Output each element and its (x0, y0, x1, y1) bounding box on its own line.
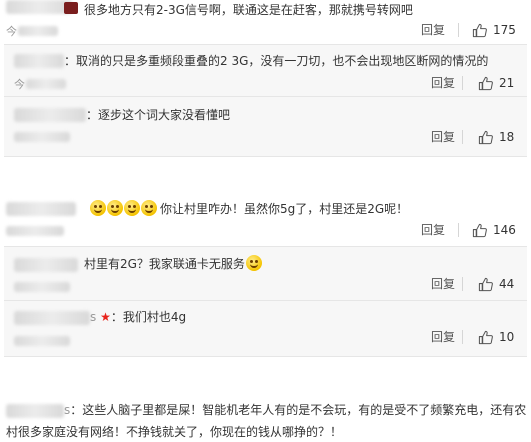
reply-top-border (4, 246, 527, 247)
comment-text-line-2: 村很多家庭没有网络！不挣钱就关了，你现在的钱从哪挣的？！ (6, 425, 343, 439)
blurred-username (14, 311, 90, 325)
like-button[interactable]: 10 (478, 328, 514, 346)
divider (462, 76, 463, 90)
blurred-username (6, 0, 72, 14)
username-tail: s (90, 310, 97, 324)
like-count: 10 (499, 330, 515, 344)
blurred-time (6, 226, 64, 236)
reply-divider (4, 300, 527, 301)
comment-text: 你让村里咋办！虽然你5g了，村里还是2G呢！ (160, 202, 409, 216)
divider (462, 277, 463, 291)
reply-bottom-border (4, 156, 527, 157)
reply-top-border (4, 44, 527, 45)
reply-text: ：逐步这个词大家没看懂吧 (86, 108, 231, 122)
reply-button[interactable]: 回复 (431, 128, 455, 146)
like-button[interactable]: 21 (478, 74, 514, 92)
reply-text: 村里有2G？我家联通卡无服务 (84, 255, 263, 273)
divider (458, 23, 459, 37)
like-count: 146 (493, 223, 516, 237)
blurred-time (14, 132, 70, 142)
thumbs-up-icon (478, 76, 493, 90)
laughing-emoji-icon (124, 200, 140, 216)
laughing-emoji-icon (90, 200, 106, 216)
laughing-emoji-icon (107, 200, 123, 216)
reply-button[interactable]: 回复 (421, 21, 445, 39)
comment-time: 今 (6, 25, 17, 38)
thumbs-up-icon (472, 223, 487, 237)
reply-time: 今 (14, 78, 25, 91)
reply-bottom-border (4, 356, 527, 357)
laughing-emoji-icon (245, 255, 262, 271)
comment-text: 很多地方只有2-3G信号啊，联通这是在赶客，那就携号转网吧 (84, 3, 413, 17)
reply-button[interactable]: 回复 (431, 275, 455, 293)
red-star-icon: ★ (100, 310, 111, 324)
blurred-time (18, 26, 58, 36)
reply-text-content: 村里有2G？我家联通卡无服务 (84, 257, 245, 271)
reply-button[interactable]: 回复 (421, 221, 445, 239)
thumbs-up-icon (478, 277, 493, 291)
reply-text: s ★：我们村也4g (90, 308, 186, 326)
like-count: 175 (493, 23, 516, 37)
blurred-time (14, 336, 70, 346)
reply-text: ：取消的只是多重频段重叠的2 3G，没有一刀切，也不会出现地区断网的情况的 (64, 54, 489, 68)
like-button[interactable]: 18 (478, 128, 514, 146)
blurred-username (6, 404, 64, 418)
divider (462, 330, 463, 344)
comment-text: ：这些人脑子里都是屎！智能机老年人有的是不会玩，有的是受不了频繁充电，还有农 (70, 403, 527, 417)
reply-divider (4, 96, 527, 97)
reply-button[interactable]: 回复 (431, 74, 455, 92)
blurred-time (26, 79, 66, 89)
reply-text-content: ：我们村也4g (110, 310, 187, 324)
blurred-time (14, 282, 70, 292)
divider (458, 223, 459, 237)
comment-text-line-1: s：这些人脑子里都是屎！智能机老年人有的是不会玩，有的是受不了频繁充电，还有农 (64, 401, 526, 419)
like-count: 18 (499, 130, 515, 144)
emoji-group (90, 200, 158, 216)
laughing-emoji-icon (141, 200, 157, 216)
like-button[interactable]: 44 (478, 275, 514, 293)
like-button[interactable]: 146 (472, 221, 516, 239)
blurred-username (14, 54, 64, 68)
blurred-username (6, 202, 76, 216)
avatar-badge (64, 2, 78, 14)
like-count: 44 (499, 277, 515, 291)
thumbs-up-icon (478, 330, 493, 344)
thumbs-up-icon (478, 130, 493, 144)
blurred-username (14, 258, 78, 272)
like-button[interactable]: 175 (472, 21, 516, 39)
divider (462, 130, 463, 144)
reply-panel (4, 96, 527, 156)
reply-button[interactable]: 回复 (431, 328, 455, 346)
thumbs-up-icon (472, 23, 487, 37)
like-count: 21 (499, 76, 515, 90)
blurred-username (14, 108, 86, 122)
